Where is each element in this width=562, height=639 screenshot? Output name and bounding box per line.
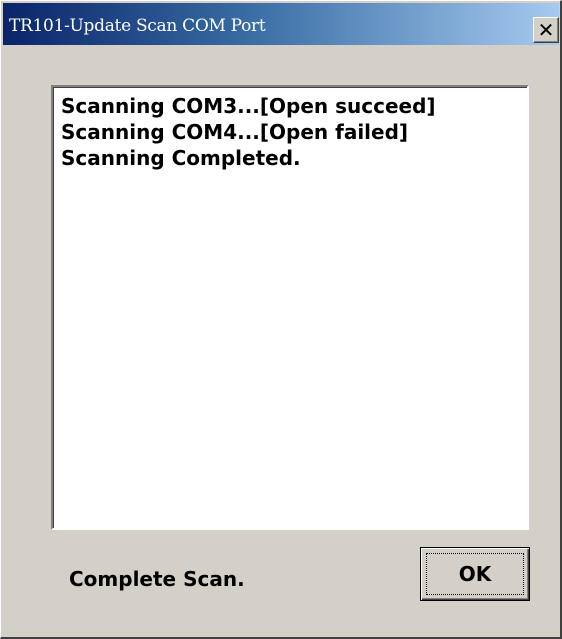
close-icon: ✕	[537, 18, 555, 42]
scan-log-box[interactable]: Scanning COM3...[Open succeed] Scanning …	[51, 85, 529, 530]
ok-button[interactable]: OK	[420, 547, 530, 601]
log-line: Scanning COM4...[Open failed]	[61, 120, 409, 144]
status-text: Complete Scan.	[69, 567, 245, 591]
log-line: Scanning Completed.	[61, 146, 301, 170]
log-line: Scanning COM3...[Open succeed]	[61, 94, 436, 118]
title-bar[interactable]: TR101-Update Scan COM Port ✕	[3, 3, 559, 45]
ok-button-label: OK	[458, 562, 492, 586]
window-title: TR101-Update Scan COM Port	[9, 16, 266, 36]
close-button[interactable]: ✕	[533, 17, 559, 43]
dialog-window: TR101-Update Scan COM Port ✕ Scanning CO…	[0, 0, 562, 639]
